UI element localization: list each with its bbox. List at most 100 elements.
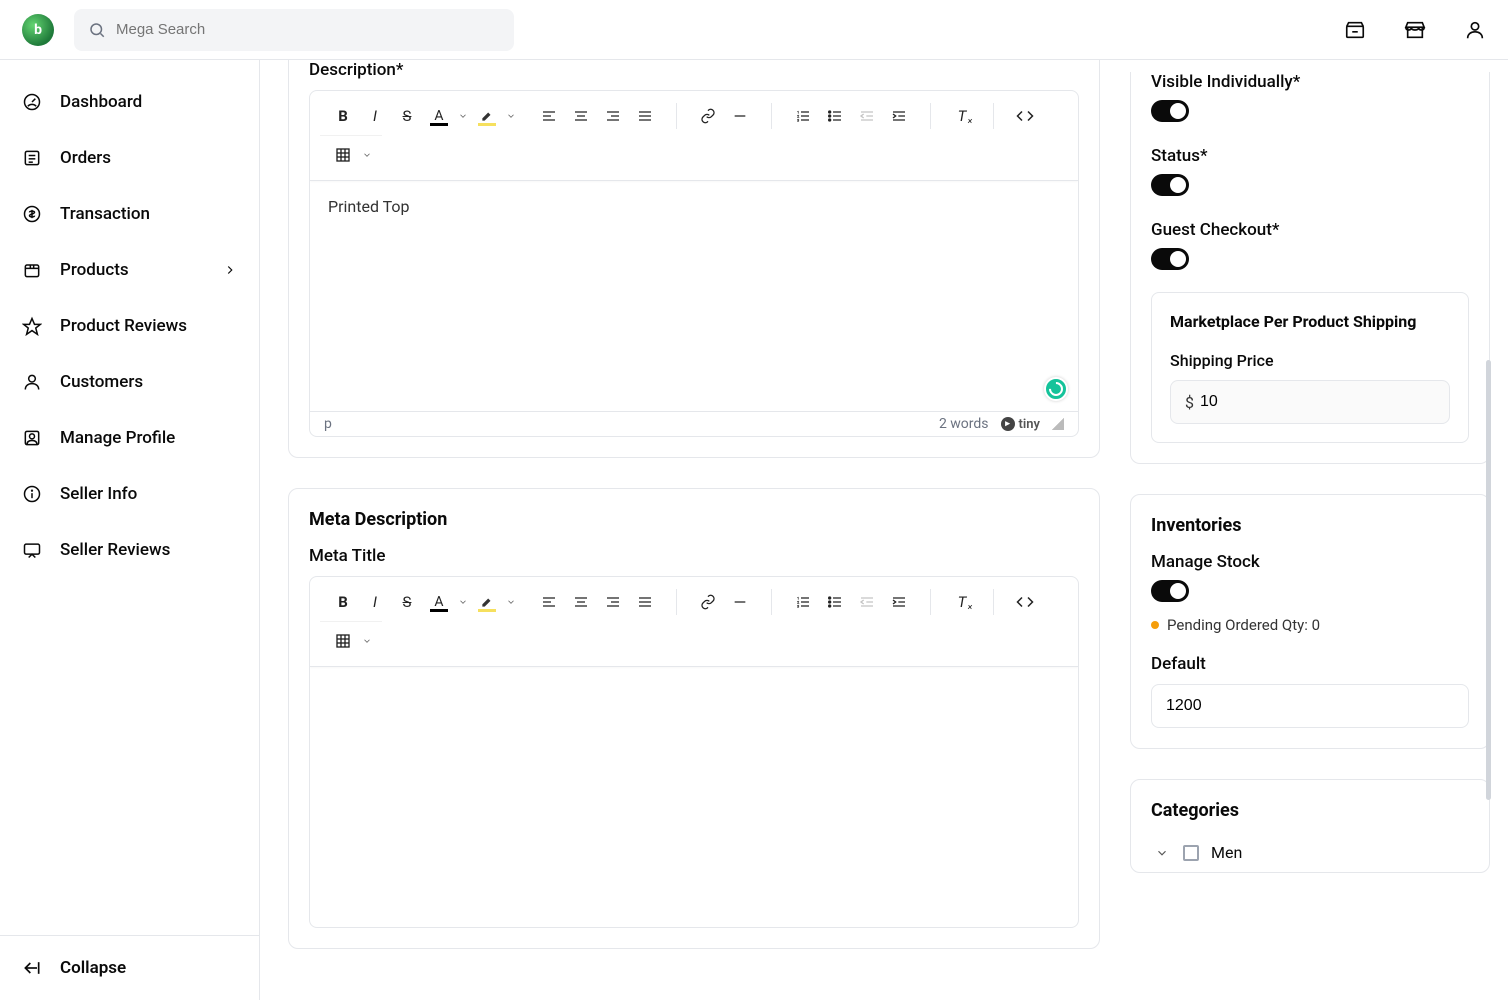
italic-button[interactable]: I (360, 587, 390, 617)
brand-logo[interactable]: b (22, 14, 54, 46)
ordered-list-button[interactable]: 123 (788, 101, 818, 131)
category-label: Men (1211, 843, 1242, 862)
shop-icon[interactable] (1404, 19, 1426, 41)
table-button[interactable] (328, 140, 358, 170)
text-color-button[interactable]: A (424, 101, 454, 131)
highlight-dropdown[interactable] (504, 597, 518, 607)
categories-card: Categories Men (1130, 779, 1490, 873)
outdent-button (852, 101, 882, 131)
sidebar-item-customers[interactable]: Customers (0, 354, 259, 410)
editor-statusbar: p 2 words ▸tiny (310, 411, 1078, 436)
settings-panel: Visible Individually* Status* Guest Chec… (1130, 72, 1490, 464)
highlight-dropdown[interactable] (504, 111, 518, 121)
svg-text:3: 3 (797, 117, 799, 122)
shipping-title: Marketplace Per Product Shipping (1170, 311, 1450, 333)
hr-button[interactable] (725, 101, 755, 131)
table-button[interactable] (328, 626, 358, 656)
box-icon (22, 260, 42, 280)
storefront-icon[interactable] (1344, 19, 1366, 41)
hr-button[interactable] (725, 587, 755, 617)
dollar-icon (22, 204, 42, 224)
clear-format-button[interactable]: T× (947, 101, 977, 131)
categories-title: Categories (1151, 800, 1469, 821)
editor-toolbar: B I S A (310, 577, 1078, 667)
search-input[interactable] (116, 21, 500, 38)
link-button[interactable] (693, 101, 723, 131)
strikethrough-button[interactable]: S (392, 587, 422, 617)
category-row-men[interactable]: Men (1151, 837, 1469, 862)
review-icon (22, 540, 42, 560)
align-justify-button[interactable] (630, 587, 660, 617)
tiny-badge[interactable]: ▸tiny (1001, 417, 1040, 432)
mega-search[interactable] (74, 9, 514, 51)
table-dropdown[interactable] (360, 636, 374, 646)
highlight-button[interactable] (472, 587, 502, 617)
sidebar-item-seller-reviews[interactable]: Seller Reviews (0, 522, 259, 578)
meta-description-card: Meta Description Meta Title B I S A (288, 488, 1100, 949)
collapse-label: Collapse (60, 958, 126, 978)
meta-title-label: Meta Title (309, 546, 1079, 566)
table-dropdown[interactable] (360, 150, 374, 160)
category-checkbox[interactable] (1183, 845, 1199, 861)
manage-stock-toggle[interactable] (1151, 580, 1189, 602)
default-label: Default (1151, 654, 1469, 674)
align-left-button[interactable] (534, 587, 564, 617)
gauge-icon (22, 92, 42, 112)
editor-toolbar: B I S A (310, 91, 1078, 181)
clear-format-button[interactable]: T× (947, 587, 977, 617)
source-code-button[interactable] (1010, 587, 1040, 617)
indent-button[interactable] (884, 587, 914, 617)
collapse-icon (22, 958, 42, 978)
word-count: 2 words (939, 416, 989, 432)
bold-button[interactable]: B (328, 101, 358, 131)
align-justify-button[interactable] (630, 101, 660, 131)
shipping-price-input-wrap[interactable]: $ (1170, 380, 1450, 424)
scrollbar-thumb[interactable] (1486, 360, 1491, 800)
align-center-button[interactable] (566, 587, 596, 617)
bold-button[interactable]: B (328, 587, 358, 617)
sidebar-item-products[interactable]: Products (0, 242, 259, 298)
app-header: b (0, 0, 1508, 60)
unordered-list-button[interactable] (820, 587, 850, 617)
sidebar-item-label: Seller Reviews (60, 540, 170, 560)
chevron-down-icon[interactable] (1155, 846, 1171, 860)
source-code-button[interactable] (1010, 101, 1040, 131)
link-button[interactable] (693, 587, 723, 617)
sidebar-item-manage-profile[interactable]: Manage Profile (0, 410, 259, 466)
description-textarea[interactable]: Printed Top (310, 181, 1078, 411)
meta-title-textarea[interactable] (310, 667, 1078, 927)
align-center-button[interactable] (566, 101, 596, 131)
sidebar-item-transaction[interactable]: Transaction (0, 186, 259, 242)
strikethrough-button[interactable]: S (392, 101, 422, 131)
text-color-button[interactable]: A (424, 587, 454, 617)
indent-button[interactable] (884, 101, 914, 131)
pending-dot-icon (1151, 621, 1159, 629)
sidebar-item-orders[interactable]: Orders (0, 130, 259, 186)
user-icon[interactable] (1464, 19, 1486, 41)
sidebar-item-label: Products (60, 260, 129, 280)
guest-checkout-toggle[interactable] (1151, 248, 1189, 270)
sidebar-item-seller-info[interactable]: Seller Info (0, 466, 259, 522)
sidebar-item-dashboard[interactable]: Dashboard (0, 74, 259, 130)
resize-handle[interactable] (1052, 418, 1064, 430)
align-right-button[interactable] (598, 587, 628, 617)
unordered-list-button[interactable] (820, 101, 850, 131)
sidebar-item-product-reviews[interactable]: Product Reviews (0, 298, 259, 354)
description-label: Description* (309, 60, 1079, 80)
default-qty-input-wrap[interactable] (1151, 684, 1469, 728)
align-left-button[interactable] (534, 101, 564, 131)
sidebar-collapse[interactable]: Collapse (0, 935, 259, 1000)
grammarly-icon[interactable] (1044, 377, 1068, 401)
highlight-button[interactable] (472, 101, 502, 131)
status-toggle[interactable] (1151, 174, 1189, 196)
text-color-dropdown[interactable] (456, 111, 470, 121)
visible-individually-toggle[interactable] (1151, 100, 1189, 122)
header-actions (1344, 19, 1486, 41)
text-color-dropdown[interactable] (456, 597, 470, 607)
default-qty-input[interactable] (1166, 697, 1454, 715)
shipping-price-input[interactable] (1200, 393, 1435, 411)
italic-button[interactable]: I (360, 101, 390, 131)
ordered-list-button[interactable]: 123 (788, 587, 818, 617)
align-right-button[interactable] (598, 101, 628, 131)
guest-checkout-label: Guest Checkout* (1151, 220, 1469, 240)
